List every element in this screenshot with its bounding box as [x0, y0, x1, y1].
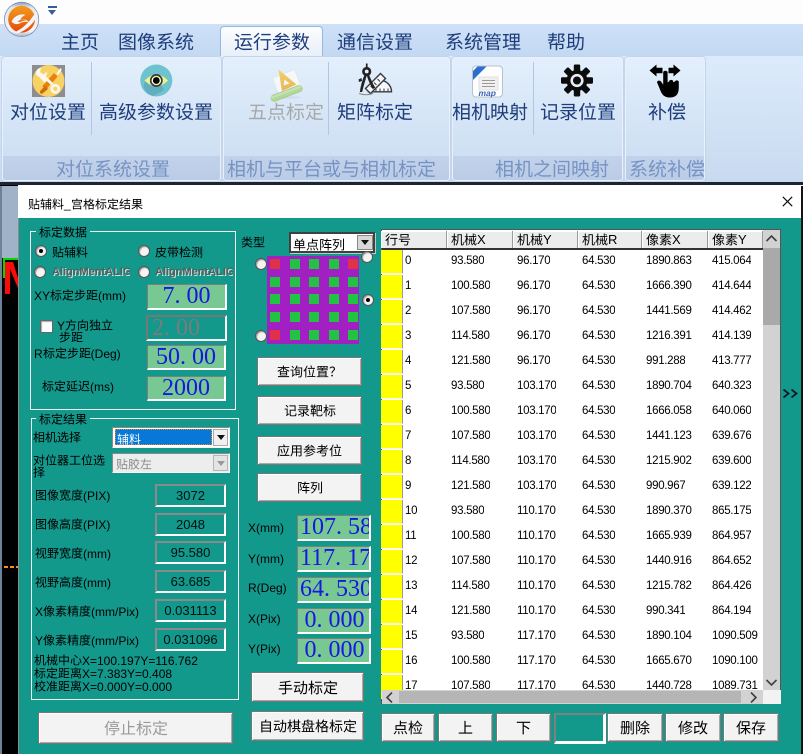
- svg-text:map: map: [479, 88, 496, 98]
